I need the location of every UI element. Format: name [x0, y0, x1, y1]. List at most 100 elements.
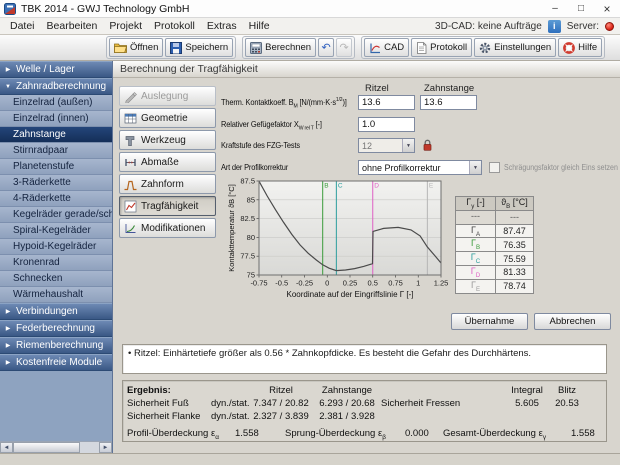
chevron-right-icon: ▶ [5, 67, 11, 73]
menu-bearbeiten[interactable]: Bearbeiten [41, 18, 104, 34]
svg-text:0.5: 0.5 [368, 279, 378, 288]
save-button[interactable]: Speichern [165, 38, 234, 57]
design-icon [124, 90, 137, 103]
scroll-right-icon[interactable]: ► [99, 442, 112, 453]
calculate-button[interactable]: Berechnen [245, 38, 317, 57]
flank-safety-zahnstange: 2.381 / 3.928 [319, 411, 375, 422]
total-overlap-value: 1.558 [571, 428, 595, 439]
menu-protokoll[interactable]: Protokoll [148, 18, 201, 34]
svg-text:Koordinate auf der Eingriffsli: Koordinate auf der Eingriffslinie Γ [-] [287, 290, 414, 299]
lock-icon[interactable] [421, 138, 434, 152]
sidebar-group-label: Zahnradberechnung [16, 81, 107, 92]
scrollbar-track[interactable] [13, 442, 99, 453]
undo-icon: ↶ [321, 42, 331, 54]
cancel-button[interactable]: Abbrechen [534, 313, 611, 330]
sidebar-group-verbindungen[interactable]: ▶ Verbindungen [0, 303, 112, 320]
sidebar-group-label: Kostenfreie Module [16, 357, 103, 368]
close-button[interactable]: × [594, 0, 620, 17]
settings-button[interactable]: Einstellungen [474, 38, 557, 57]
menu-hilfe[interactable]: Hilfe [243, 18, 276, 34]
tooth-form-icon [124, 178, 137, 191]
sidebar-item-planetenstufe[interactable]: Planetenstufe [0, 159, 112, 175]
sidebar-group-zahnradberechnung[interactable]: ▼ Zahnradberechnung [0, 78, 112, 95]
thermal-coefficient-zahnstange-input[interactable] [420, 95, 477, 110]
root-safety-ritzel: 7.347 / 20.82 [253, 398, 309, 409]
fzg-load-stage-select[interactable]: 12 ▼ [358, 138, 415, 153]
sidebar-item-zahnstange[interactable]: Zahnstange [0, 127, 112, 143]
nav-abmasse-button[interactable]: Abmaße [119, 152, 216, 172]
sidebar-item-waermehaushalt[interactable]: Wärmehaushalt [0, 287, 112, 303]
menu-datei[interactable]: Datei [4, 18, 41, 34]
nav-modifikationen-button[interactable]: Modifikationen [119, 218, 216, 238]
svg-text:-0.25: -0.25 [296, 279, 313, 288]
cad-icon [369, 42, 381, 54]
structural-factor-input[interactable] [358, 117, 415, 132]
nav-tragfaehigkeit-button[interactable]: Tragfähigkeit [119, 196, 216, 216]
main-content: Auslegung Geometrie Werkzeug Abmaße Zahn… [113, 78, 620, 453]
nav-zahnform-button[interactable]: Zahnform [119, 174, 216, 194]
table-row: ΓE 78.74 [455, 278, 534, 294]
sidebar-group-federberechnung[interactable]: ▶ Federberechnung [0, 320, 112, 337]
calculation-nav: Auslegung Geometrie Werkzeug Abmaße Zahn… [119, 86, 216, 238]
sidebar-item-stirnradpaar[interactable]: Stirnradpaar [0, 143, 112, 159]
info-icon[interactable]: i [547, 19, 561, 33]
sidebar-item-einzelrad-aussen[interactable]: Einzelrad (außen) [0, 95, 112, 111]
helix-factor-checkbox-label: Schrägungsfaktor gleich Eins setzen [504, 163, 618, 172]
module-sidebar: ▶ Welle / Lager ▼ Zahnradberechnung Einz… [0, 61, 113, 453]
window-body: ▶ Welle / Lager ▼ Zahnradberechnung Einz… [0, 61, 620, 453]
undo-button[interactable]: ↶ [318, 38, 335, 57]
panel-title: Berechnung der Tragfähigkeit [113, 61, 620, 78]
profile-correction-select[interactable]: ohne Profilkorrektur ▼ [358, 160, 482, 175]
protocol-button[interactable]: Protokoll [411, 38, 473, 57]
results-col-ritzel: Ritzel [269, 385, 293, 396]
tolerance-icon [124, 156, 137, 169]
gamma-cell: ΓB [455, 237, 496, 253]
nav-label: Auslegung [141, 90, 189, 102]
helix-factor-checkbox[interactable] [489, 162, 500, 173]
sidebar-item-kegelraeder[interactable]: Kegelräder gerade/schräg [0, 207, 112, 223]
menu-extras[interactable]: Extras [201, 18, 243, 34]
file-toolbar-group: Öffnen Speichern [106, 36, 237, 59]
sidebar-group-kostenfreie-module[interactable]: ▶ Kostenfreie Module [0, 354, 112, 371]
sidebar-item-spiral-kegelraeder[interactable]: Spiral-Kegelräder [0, 223, 112, 239]
chevron-right-icon: ▶ [5, 360, 11, 366]
sidebar-item-kronenrad[interactable]: Kronenrad [0, 255, 112, 271]
open-button-label: Öffnen [130, 42, 159, 53]
root-safety-zahnstange: 6.293 / 20.68 [319, 398, 375, 409]
main-panel: Berechnung der Tragfähigkeit Auslegung G… [113, 61, 620, 453]
value-cell: 76.35 [495, 237, 534, 253]
table-row: ΓD 81.33 [455, 264, 534, 280]
sidebar-item-einzelrad-innen[interactable]: Einzelrad (innen) [0, 111, 112, 127]
nav-werkzeug-button[interactable]: Werkzeug [119, 130, 216, 150]
minimize-button[interactable]: – [542, 0, 568, 17]
scrollbar-thumb[interactable] [13, 442, 81, 453]
app-icon [4, 2, 16, 15]
apply-button[interactable]: Übernahme [451, 313, 528, 330]
results-title: Ergebnis: [127, 385, 171, 396]
nav-geometrie-button[interactable]: Geometrie [119, 108, 216, 128]
helix-overlap-value: 0.000 [405, 428, 429, 439]
open-button[interactable]: Öffnen [109, 38, 164, 57]
scroll-left-icon[interactable]: ◄ [0, 442, 13, 453]
value-cell: 87.47 [495, 223, 534, 239]
sidebar-item-hypoid-kegelraeder[interactable]: Hypoid-Kegelräder [0, 239, 112, 255]
sidebar-item-schnecken[interactable]: Schnecken [0, 271, 112, 287]
sidebar-horizontal-scrollbar[interactable]: ◄ ► [0, 441, 112, 453]
svg-text:85: 85 [247, 195, 255, 204]
thermal-coefficient-ritzel-input[interactable] [358, 95, 415, 110]
maximize-button[interactable]: □ [568, 0, 594, 17]
modifications-icon [124, 222, 137, 235]
redo-button[interactable]: ↷ [336, 38, 353, 57]
svg-text:-0.5: -0.5 [275, 279, 288, 288]
sidebar-group-riemenberechnung[interactable]: ▶ Riemenberechnung [0, 337, 112, 354]
server-status-icon [605, 21, 614, 31]
total-overlap-label: Gesamt-Überdeckung εγ [443, 428, 547, 441]
sidebar-group-welle-lager[interactable]: ▶ Welle / Lager [0, 61, 112, 78]
menu-projekt[interactable]: Projekt [103, 18, 148, 34]
help-button[interactable]: Hilfe [558, 38, 603, 57]
cad-button[interactable]: CAD [364, 38, 410, 57]
sidebar-item-3-raederkette[interactable]: 3-Räderkette [0, 175, 112, 191]
nav-auslegung-button[interactable]: Auslegung [119, 86, 216, 106]
sidebar-group-label: Verbindungen [16, 306, 78, 317]
sidebar-item-4-raederkette[interactable]: 4-Räderkette [0, 191, 112, 207]
